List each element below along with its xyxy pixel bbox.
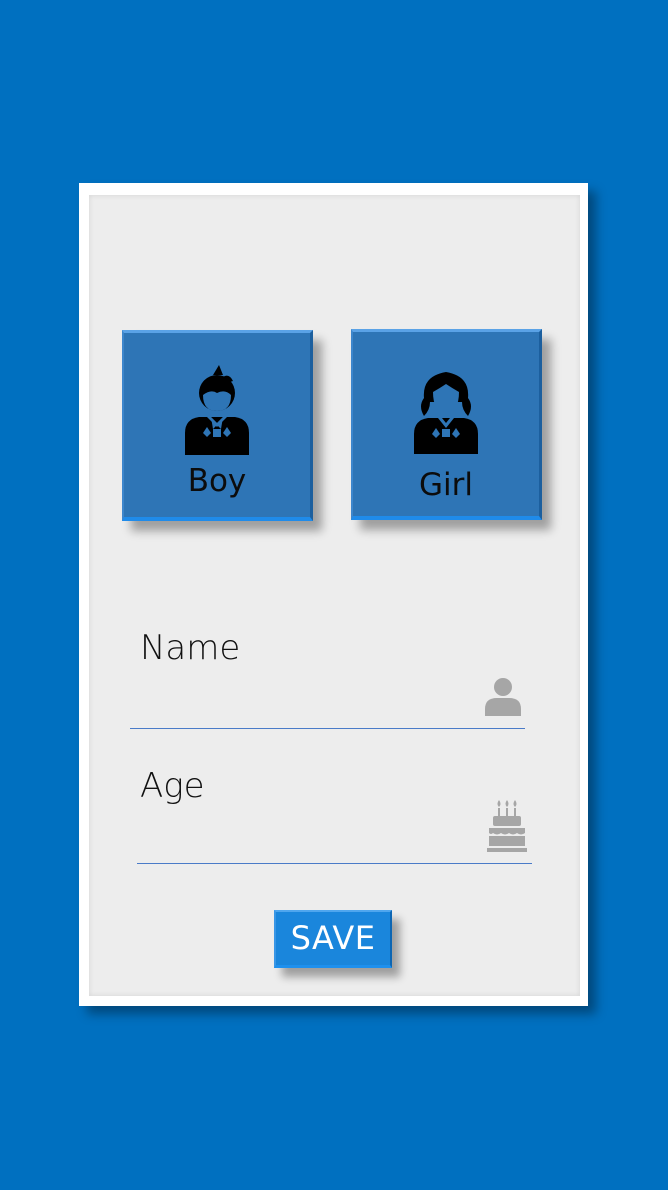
girl-avatar-icon [414,372,478,454]
age-input[interactable] [137,815,532,864]
save-button[interactable]: SAVE [274,910,392,968]
profile-card [79,183,588,1006]
boy-option-button[interactable]: Boy [122,330,313,521]
age-label: Age [140,766,205,806]
boy-option-label: Boy [187,463,247,499]
name-label: Name [140,628,241,668]
girl-option-button[interactable]: Girl [351,329,542,520]
name-input[interactable] [130,680,525,729]
person-icon [485,678,521,716]
boy-avatar-icon [185,365,249,455]
profile-card-body [89,195,580,996]
birthday-cake-icon [487,800,527,852]
girl-option-label: Girl [419,467,473,503]
